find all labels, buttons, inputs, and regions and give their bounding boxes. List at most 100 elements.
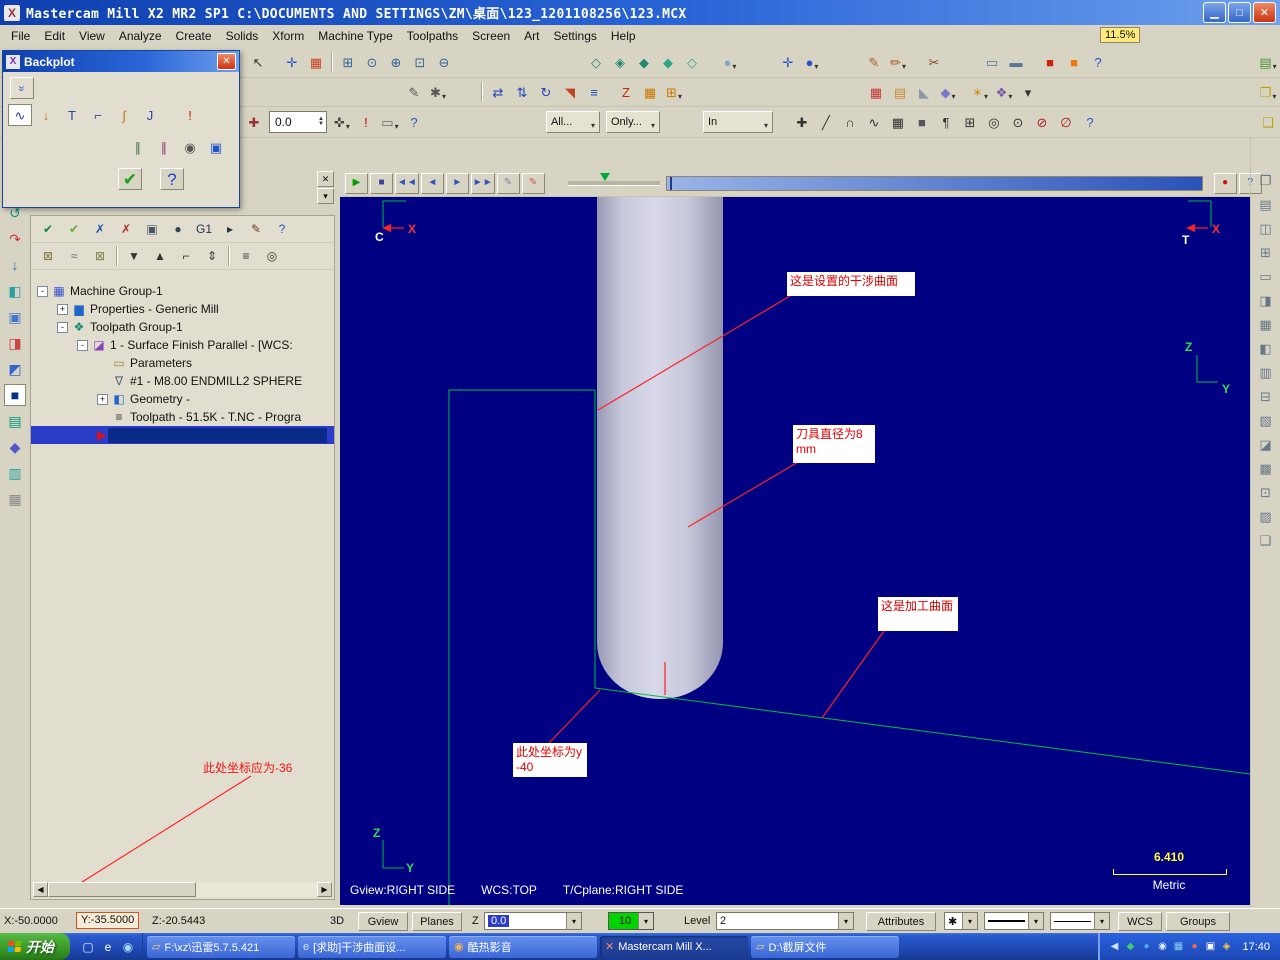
chevron-down-icon[interactable]: ▾ [1094,913,1109,929]
wcs-button[interactable]: WCS [1118,912,1162,931]
backplot-details-icon[interactable]: ! [178,104,202,126]
z-depth-icon[interactable]: Z [615,81,637,103]
save-geometry-icon[interactable]: ▣ [204,136,228,158]
tree-item[interactable]: + ▆ Properties - Generic Mill [31,300,334,318]
right-dock-icon-9[interactable]: ▥ [1255,361,1277,383]
unblank-entity-icon[interactable]: ▬ [1005,51,1027,73]
backplot-tool-icon[interactable]: ↓ [34,104,58,126]
grid-strip-icon[interactable]: ▦ [4,488,26,510]
normal-arrow-icon[interactable]: ↓ [4,254,26,276]
tree-item[interactable]: ▭ Parameters [31,354,334,372]
selected-operation-bar[interactable] [108,427,327,443]
close-button[interactable]: ✕ [1253,2,1276,23]
grid-size-field[interactable]: 10 ▾ [608,912,654,930]
material-sphere-icon[interactable]: ● ▾ [719,51,741,73]
tree-expander-icon[interactable]: - [37,285,48,297]
section-view-icon[interactable]: ◨ [4,332,26,354]
zoom-selected-icon[interactable]: ⊡ [409,51,431,73]
delete-entity-icon[interactable]: ✂ [923,51,945,73]
fast-point-icon[interactable]: ✚ [243,111,265,133]
backplot-quality-icon[interactable]: ∥ [126,136,150,158]
media-quick-icon[interactable]: ◉ [119,936,137,958]
ie-quick-icon[interactable]: e [99,936,117,958]
select-off-filter-icon[interactable]: ⊘ [1031,111,1053,133]
shading-toggle-icon[interactable]: ◣ [913,81,935,103]
chevron-down-icon[interactable]: ▾ [566,913,581,929]
analyze-entity-icon[interactable]: ✎ [863,51,885,73]
backplot-ok-icon[interactable]: ✔ [118,168,142,190]
right-dock-icon-3[interactable]: ◫ [1255,217,1277,239]
viewport-icon[interactable]: ▣ [4,306,26,328]
groups-button[interactable]: Groups [1166,912,1230,931]
select-all-operations-icon[interactable]: ✔ [36,218,60,240]
zoom-out-icon[interactable]: ⊖ [433,51,455,73]
select-dirty-operations-icon[interactable]: ✗ [88,218,112,240]
xform-mirror-icon[interactable]: ⇅ [511,81,533,103]
im-tray-icon[interactable]: ● [1138,936,1154,958]
line-style-field[interactable]: ▾ [984,912,1044,930]
lock-operations-icon[interactable]: ⊠ [36,245,60,267]
active-tool-icon[interactable]: ■ [4,384,26,406]
start-button[interactable]: 开始 [0,933,70,960]
select-group-filter-icon[interactable]: ⊙ [1007,111,1029,133]
panel-close-icon[interactable]: ✕ [317,171,334,187]
message-tray-icon[interactable]: ◈ [1218,936,1234,958]
redo-icon[interactable]: ■ [1063,51,1085,73]
solids-cube-icon[interactable]: ◆ [4,436,26,458]
trace-mode-icon[interactable]: ✎ [496,172,520,194]
edit-selected-icon[interactable]: ✎ [244,218,268,240]
select-help-icon[interactable]: ? [1079,111,1101,133]
snapshot-icon[interactable]: ◉ [178,136,202,158]
isometric-cube-icon[interactable]: ◧ [4,280,26,302]
backplot-close-icon[interactable]: ✕ [217,53,236,70]
insert-arrow-icon[interactable]: ⌐ [174,245,198,267]
right-dock-icon-7[interactable]: ▦ [1255,313,1277,335]
shading-options-icon[interactable]: ◆ ▾ [937,81,959,103]
menu-view[interactable]: View [72,27,112,45]
display-more-icon[interactable]: ▾ [1017,81,1039,103]
tree-expander-icon[interactable]: + [97,393,108,405]
select-clear-filter-icon[interactable]: ∅ [1055,111,1077,133]
tree-item[interactable]: - ❖ Toolpath Group-1 [31,318,334,336]
curve-arrow-icon[interactable]: ↷ [4,228,26,250]
lighting-icon[interactable]: ✶ ▾ [969,81,991,103]
z-coordinate-readout[interactable]: Z:-20.5443 [152,915,205,927]
wireframe-view-icon[interactable]: ◇ [585,51,607,73]
move-insert-down-icon[interactable]: ▼ [122,245,146,267]
shaded-view-icon[interactable]: ◆ [633,51,655,73]
tray-collapse-icon[interactable]: ◀ [1106,936,1122,958]
menu-art[interactable]: Art [517,27,546,45]
step-forward-icon[interactable]: ► [445,172,469,194]
chevron-down-icon[interactable]: ▾ [962,913,977,929]
task-screenshot-folder[interactable]: ▱ D:\截屏文件 [751,935,899,958]
undo-icon[interactable]: ■ [1039,51,1061,73]
stop-icon[interactable]: ■ [370,172,393,194]
panel-pin-icon[interactable]: ▾ [317,188,334,204]
select-in-dropdown[interactable]: In ▾ [702,111,773,133]
menu-analyze[interactable]: Analyze [112,27,169,45]
task-mastercam[interactable]: ✕ Mastercam Mill X... [600,935,748,958]
chevron-down-icon[interactable]: ▾ [638,913,653,929]
zoom-window-icon[interactable]: ⊞ [337,51,359,73]
tree-expander-icon[interactable]: - [57,321,68,333]
backplot-help-icon[interactable]: ? [160,168,184,190]
select-surfaces-filter-icon[interactable]: ▦ [887,111,909,133]
display-options-icon[interactable]: ◎ [260,245,284,267]
panel-horizontal-scrollbar[interactable]: ◀ ▶ [33,882,332,897]
autocursor-help-icon[interactable]: ? [403,111,425,133]
right-dock-icon-14[interactable]: ⊡ [1255,481,1277,503]
xform-offset-icon[interactable]: ≡ [583,81,605,103]
backplot-dialog-titlebar[interactable]: X Backplot ✕ [3,51,239,72]
tree-item[interactable]: - ◪ 1 - Surface Finish Parallel - [WCS: [31,336,334,354]
menu-create[interactable]: Create [169,27,219,45]
planes-button[interactable]: Planes [412,912,462,931]
operations-help-icon[interactable]: ? [270,218,294,240]
task-thunder-folder[interactable]: ▱ F:\xz\迅雷5.7.5.421 [147,935,295,958]
backplot-rapid-icon[interactable]: ⌐ [86,104,110,126]
right-dock-icon-4[interactable]: ⊞ [1255,241,1277,263]
spinner-icon[interactable]: ▲ ▼ [318,116,324,127]
tree-item[interactable]: ≡ Toolpath - 51.5K - T.NC - Progra [31,408,334,426]
sketcher-icon[interactable]: ✎ [403,81,425,103]
forward-end-icon[interactable]: ►► [470,172,495,194]
dock-pages-icon[interactable]: ❐ ▾ [1257,81,1279,103]
